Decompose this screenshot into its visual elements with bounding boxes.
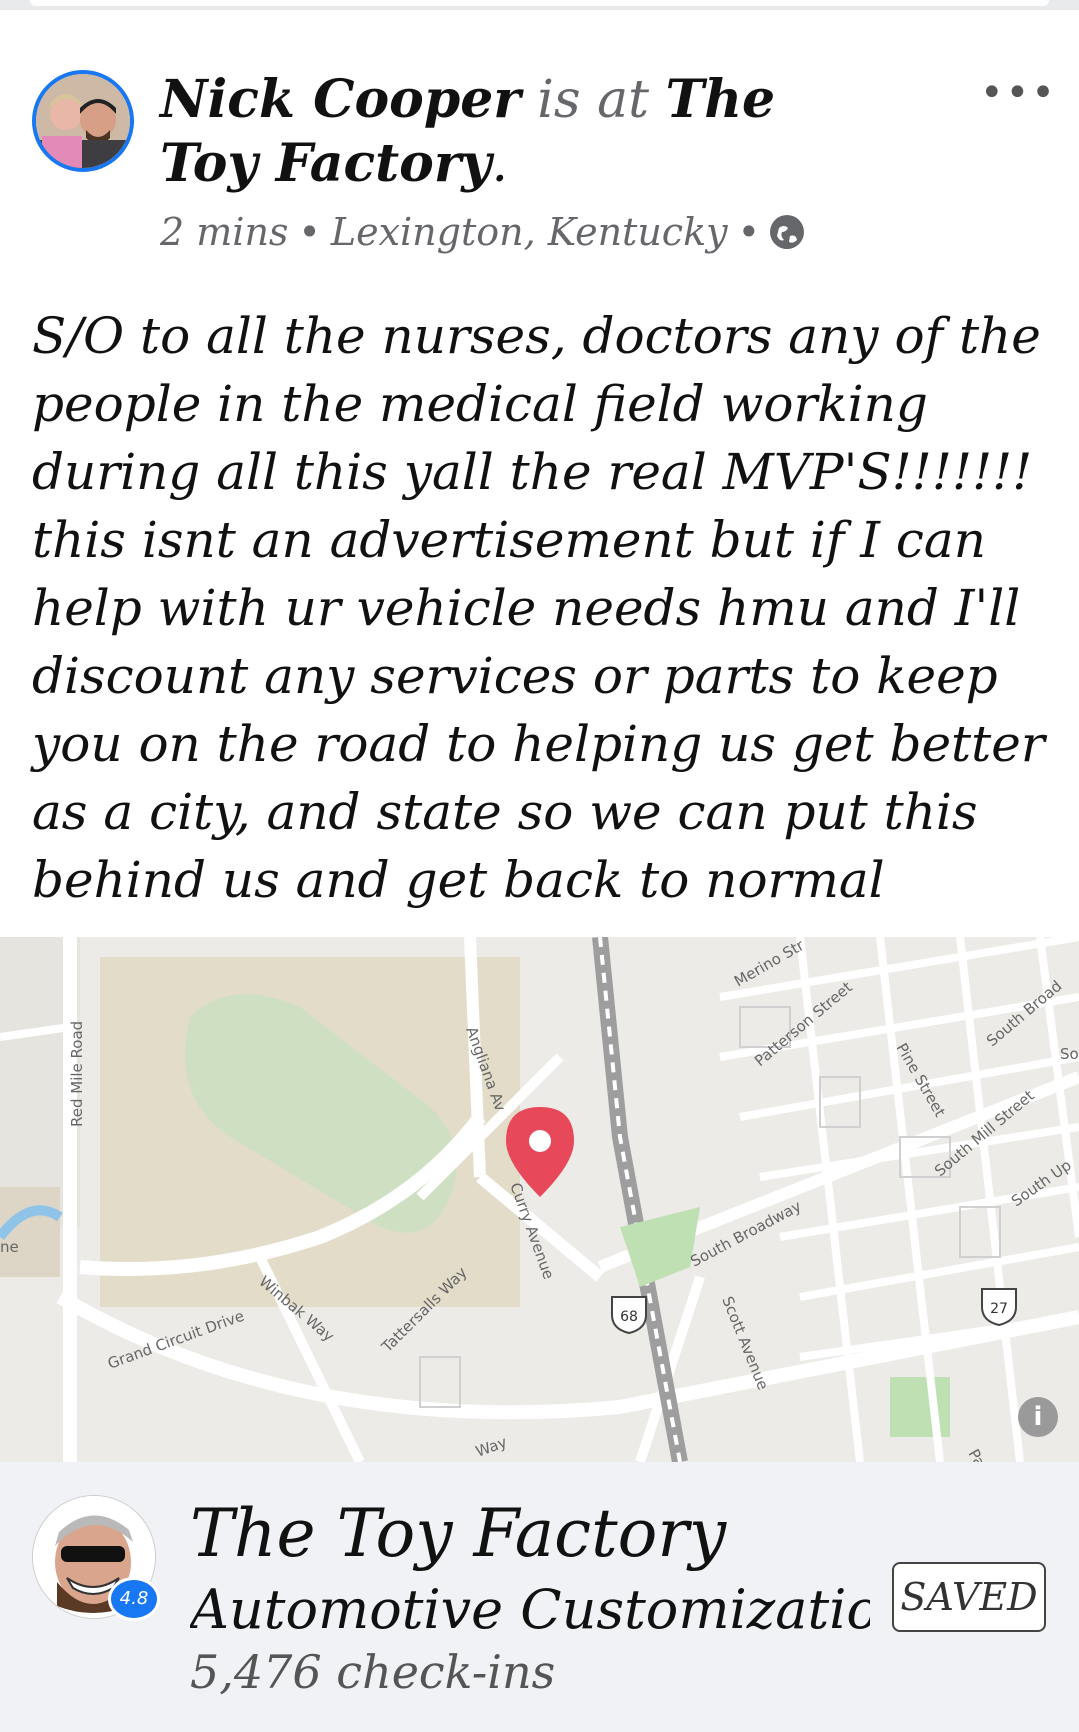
saved-button[interactable]: SAVED <box>892 1562 1046 1632</box>
street-label-red-mile: Red Mile Road <box>68 1021 86 1127</box>
place-card-name[interactable]: The Toy Factory <box>190 1495 726 1572</box>
post-location[interactable]: Lexington, Kentucky <box>331 210 728 254</box>
street-label-so: So <box>1060 1045 1079 1063</box>
more-options-button[interactable]: ••• <box>980 70 1057 116</box>
svg-text:68: 68 <box>620 1309 638 1325</box>
street-label-ne: ne <box>0 1238 19 1256</box>
post-header: Nick Cooper is at The Toy Factory. <box>160 68 780 196</box>
previous-post-edge <box>0 0 1079 10</box>
meta-separator: • <box>298 210 321 254</box>
header-verb: is at <box>537 70 649 130</box>
author-avatar-photo <box>36 74 130 168</box>
place-rating-badge: 4.8 <box>108 1577 160 1621</box>
author-name-link[interactable]: Nick Cooper <box>160 69 521 130</box>
route-68-shield: 68 <box>611 1296 647 1335</box>
post-body-text: S/O to all the nurses, doctors any of th… <box>32 307 1045 909</box>
route-27-shield: 27 <box>981 1288 1017 1327</box>
svg-text:27: 27 <box>990 1301 1008 1317</box>
place-card-checkins: 5,476 check-ins <box>190 1645 556 1699</box>
post-meta: 2 mins • Lexington, Kentucky • <box>160 210 805 254</box>
meta-separator-2: • <box>737 210 761 254</box>
location-map[interactable]: Red Mile Road Angliana Av Curry Avenue G… <box>0 937 1079 1462</box>
map-graphic: Red Mile Road Angliana Av Curry Avenue G… <box>0 937 1079 1462</box>
post-timestamp[interactable]: 2 mins <box>160 210 288 254</box>
header-period: . <box>491 134 509 194</box>
map-info-icon[interactable]: i <box>1018 1397 1058 1437</box>
previous-post-card <box>30 0 1049 6</box>
place-card-category: Automotive Customizatio... <box>190 1578 870 1641</box>
author-avatar[interactable] <box>32 70 134 172</box>
globe-icon <box>770 215 805 249</box>
